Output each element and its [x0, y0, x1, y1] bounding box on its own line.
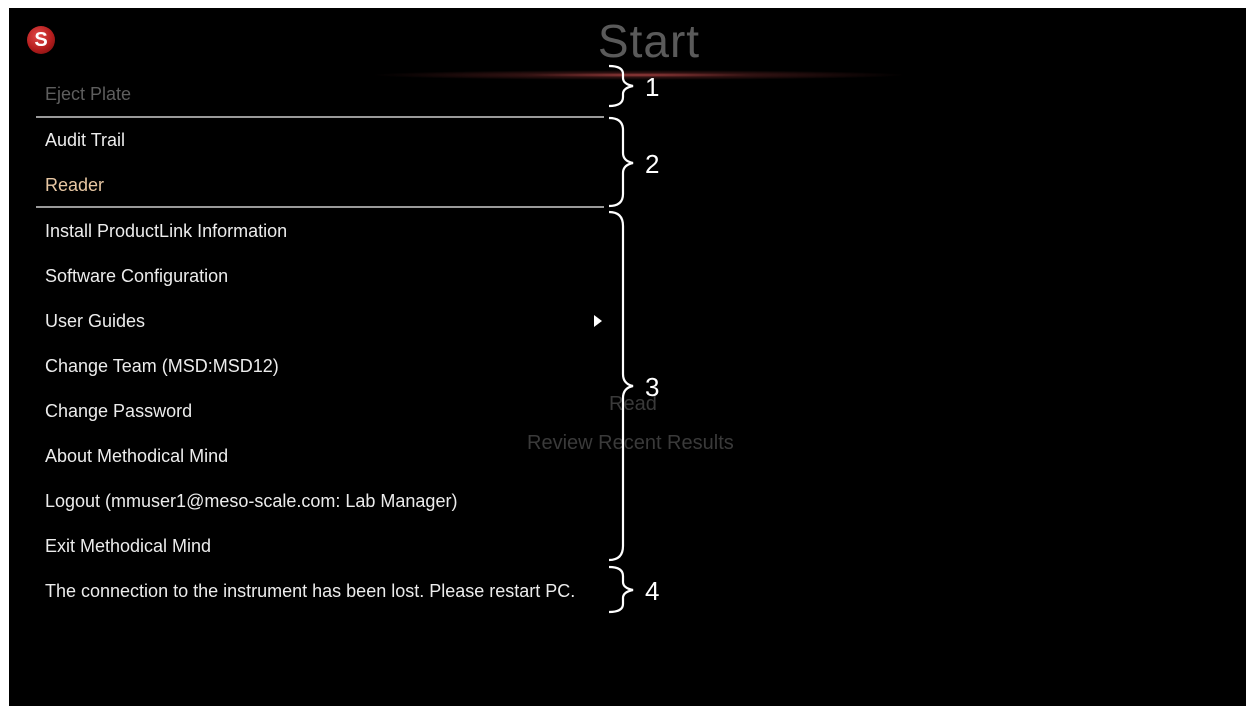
callout-brace-2 [608, 116, 634, 208]
callout-brace-4 [608, 565, 634, 614]
callout-braces [608, 64, 634, 614]
callout-number-4: 4 [645, 576, 660, 606]
callout-brace-3 [608, 210, 634, 562]
callout-brace-1 [608, 64, 634, 108]
callout-number-1: 1 [645, 72, 660, 102]
app-screen: S Start Read Review Recent Results Eject… [9, 8, 1246, 706]
callout-number-3: 3 [645, 372, 660, 402]
callout-number-2: 2 [645, 149, 660, 179]
